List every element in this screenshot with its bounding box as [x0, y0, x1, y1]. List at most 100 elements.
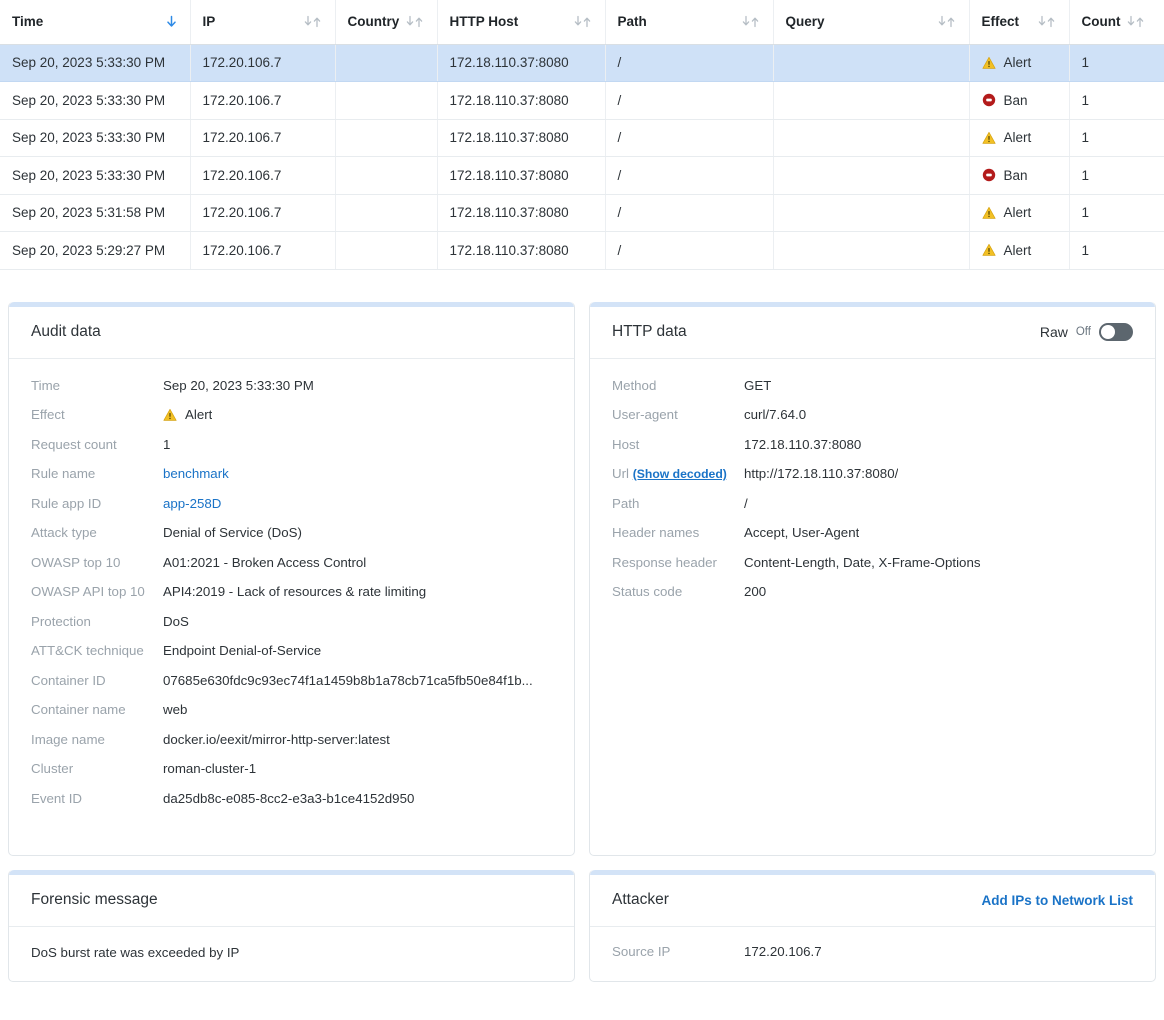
field-user-agent: User-agent curl/7.64.0 — [612, 406, 1133, 424]
sort-toggle-icon[interactable] — [741, 15, 761, 28]
table-row[interactable]: Sep 20, 2023 5:33:30 PM 172.20.106.7 172.1… — [0, 156, 1164, 195]
field-source-ip-value: 172.20.106.7 — [744, 943, 822, 959]
cell-effect: Ban — [969, 156, 1070, 195]
cell-effect-label: Alert — [1003, 242, 1032, 258]
field-method-label: Method — [612, 377, 657, 393]
field-container-id: Container ID 07685e630fdc9c93ec74f1a1459… — [31, 672, 552, 690]
field-header-names-value: Accept, User-Agent — [744, 525, 860, 540]
sort-toggle-icon[interactable] — [1126, 15, 1146, 28]
cell-country — [335, 231, 438, 270]
sort-desc-icon[interactable] — [165, 15, 178, 28]
column-header-query[interactable]: Query — [773, 0, 970, 45]
field-status-code-value: 200 — [744, 584, 767, 599]
table-row[interactable]: Sep 20, 2023 5:33:30 PM 172.20.106.7 172.1… — [0, 44, 1164, 82]
http-data-title: HTTP data — [612, 323, 687, 340]
attacker-header: Attacker Add IPs to Network List — [590, 875, 1155, 927]
field-owasp-top-10: OWASP top 10 A01:2021 - Broken Access Co… — [31, 554, 552, 572]
rule-app-id-link[interactable]: app-258D — [163, 495, 221, 513]
field-protection: Protection DoS — [31, 613, 552, 631]
field-source-ip: Source IP 172.20.106.7 — [612, 943, 1133, 961]
field-effect-value-wrap: Alert — [163, 406, 212, 424]
forensic-message-card: Forensic message DoS burst rate was exce… — [8, 869, 575, 982]
add-ips-to-network-list-link[interactable]: Add IPs to Network List — [981, 893, 1133, 908]
cell-ip: 172.20.106.7 — [190, 44, 336, 82]
field-request-count-value: 1 — [163, 436, 171, 452]
column-header-country[interactable]: Country — [335, 0, 438, 45]
field-container-name-value: web — [163, 702, 188, 717]
cell-country — [335, 194, 438, 232]
field-rule-app-id: Rule app ID app-258D — [31, 495, 552, 513]
table-row[interactable]: Sep 20, 2023 5:31:58 PM 172.20.106.7 172.1… — [0, 194, 1164, 232]
field-url-label: Url — [612, 466, 629, 481]
field-url-value: http://172.18.110.37:8080/ — [744, 466, 899, 481]
sort-toggle-icon[interactable] — [573, 15, 593, 28]
field-status-code-label: Status code — [612, 584, 683, 599]
show-decoded-link[interactable]: (Show decoded) — [633, 467, 727, 481]
field-rule-name: Rule name benchmark — [31, 465, 552, 483]
table-row[interactable]: Sep 20, 2023 5:29:27 PM 172.20.106.7 172.1… — [0, 231, 1164, 270]
cell-count: 1 — [1069, 44, 1164, 82]
details-panels: Audit data Time Sep 20, 2023 5:33:30 PM … — [0, 270, 1164, 982]
cell-effect: Alert — [969, 194, 1070, 232]
column-header-time[interactable]: Time — [0, 0, 191, 45]
column-header-count-label: Count — [1081, 14, 1121, 30]
field-attack-technique-label: ATT&CK technique — [31, 643, 144, 658]
column-header-effect[interactable]: Effect — [969, 0, 1070, 45]
field-attack-type-value: Denial of Service (DoS) — [163, 525, 302, 540]
column-header-path-label: Path — [617, 14, 647, 30]
alert-triangle-icon — [981, 56, 996, 70]
raw-toggle-switch[interactable] — [1099, 323, 1133, 341]
field-event-id: Event ID da25db8c-e085-8cc2-e3a3-b1ce415… — [31, 790, 552, 808]
cell-country — [335, 44, 438, 82]
cell-http-host: 172.18.110.37:8080 — [437, 231, 606, 270]
column-header-ip-label: IP — [202, 14, 216, 30]
cell-effect-label: Ban — [1003, 92, 1028, 108]
cell-time: Sep 20, 2023 5:33:30 PM — [0, 81, 191, 120]
cell-path: / — [605, 44, 774, 82]
field-container-name: Container name web — [31, 701, 552, 719]
field-container-name-label: Container name — [31, 702, 126, 717]
cell-query — [773, 44, 970, 82]
column-header-count[interactable]: Count — [1069, 0, 1164, 45]
cell-http-host: 172.18.110.37:8080 — [437, 119, 606, 157]
http-data-header: HTTP data Raw Off — [590, 307, 1155, 359]
field-time-label: Time — [31, 377, 61, 393]
rule-name-link[interactable]: benchmark — [163, 465, 229, 483]
table-row[interactable]: Sep 20, 2023 5:33:30 PM 172.20.106.7 172.1… — [0, 119, 1164, 157]
cell-effect: Alert — [969, 231, 1070, 270]
table-row[interactable]: Sep 20, 2023 5:33:30 PM 172.20.106.7 172.1… — [0, 81, 1164, 120]
cell-http-host: 172.18.110.37:8080 — [437, 81, 606, 120]
sort-toggle-icon[interactable] — [303, 15, 323, 28]
cell-country — [335, 156, 438, 195]
cell-count: 1 — [1069, 194, 1164, 232]
ban-icon — [982, 93, 996, 107]
field-cluster: Cluster roman-cluster-1 — [31, 760, 552, 778]
field-response-header: Response header Content-Length, Date, X-… — [612, 554, 1133, 572]
column-header-http-host[interactable]: HTTP Host — [437, 0, 606, 45]
field-event-id-label: Event ID — [31, 790, 82, 806]
cell-ip: 172.20.106.7 — [190, 119, 336, 157]
cell-query — [773, 81, 970, 120]
cell-count: 1 — [1069, 81, 1164, 120]
sort-toggle-icon[interactable] — [1037, 15, 1057, 28]
field-attack-technique: ATT&CK technique Endpoint Denial-of-Serv… — [31, 642, 552, 660]
cell-path: / — [605, 81, 774, 120]
field-owasp-api-top-10-value: API4:2019 - Lack of resources & rate lim… — [163, 584, 427, 599]
field-response-header-value: Content-Length, Date, X-Frame-Options — [744, 554, 981, 570]
field-path-value: / — [744, 495, 748, 511]
column-header-path[interactable]: Path — [605, 0, 774, 45]
ban-icon — [982, 168, 996, 182]
field-effect-value: Alert — [185, 407, 213, 422]
field-cluster-label: Cluster — [31, 761, 74, 776]
cell-ip: 172.20.106.7 — [190, 194, 336, 232]
cell-path: / — [605, 156, 774, 195]
cell-country — [335, 119, 438, 157]
column-header-ip[interactable]: IP — [190, 0, 336, 45]
field-host: Host 172.18.110.37:8080 — [612, 436, 1133, 454]
alert-triangle-icon — [981, 206, 996, 220]
field-protection-label: Protection — [31, 613, 91, 629]
sort-toggle-icon[interactable] — [937, 15, 957, 28]
sort-toggle-icon[interactable] — [405, 15, 425, 28]
column-header-country-label: Country — [347, 14, 400, 30]
audit-events-table: Time IP Country HTTP Host Path Query Eff… — [0, 0, 1164, 270]
